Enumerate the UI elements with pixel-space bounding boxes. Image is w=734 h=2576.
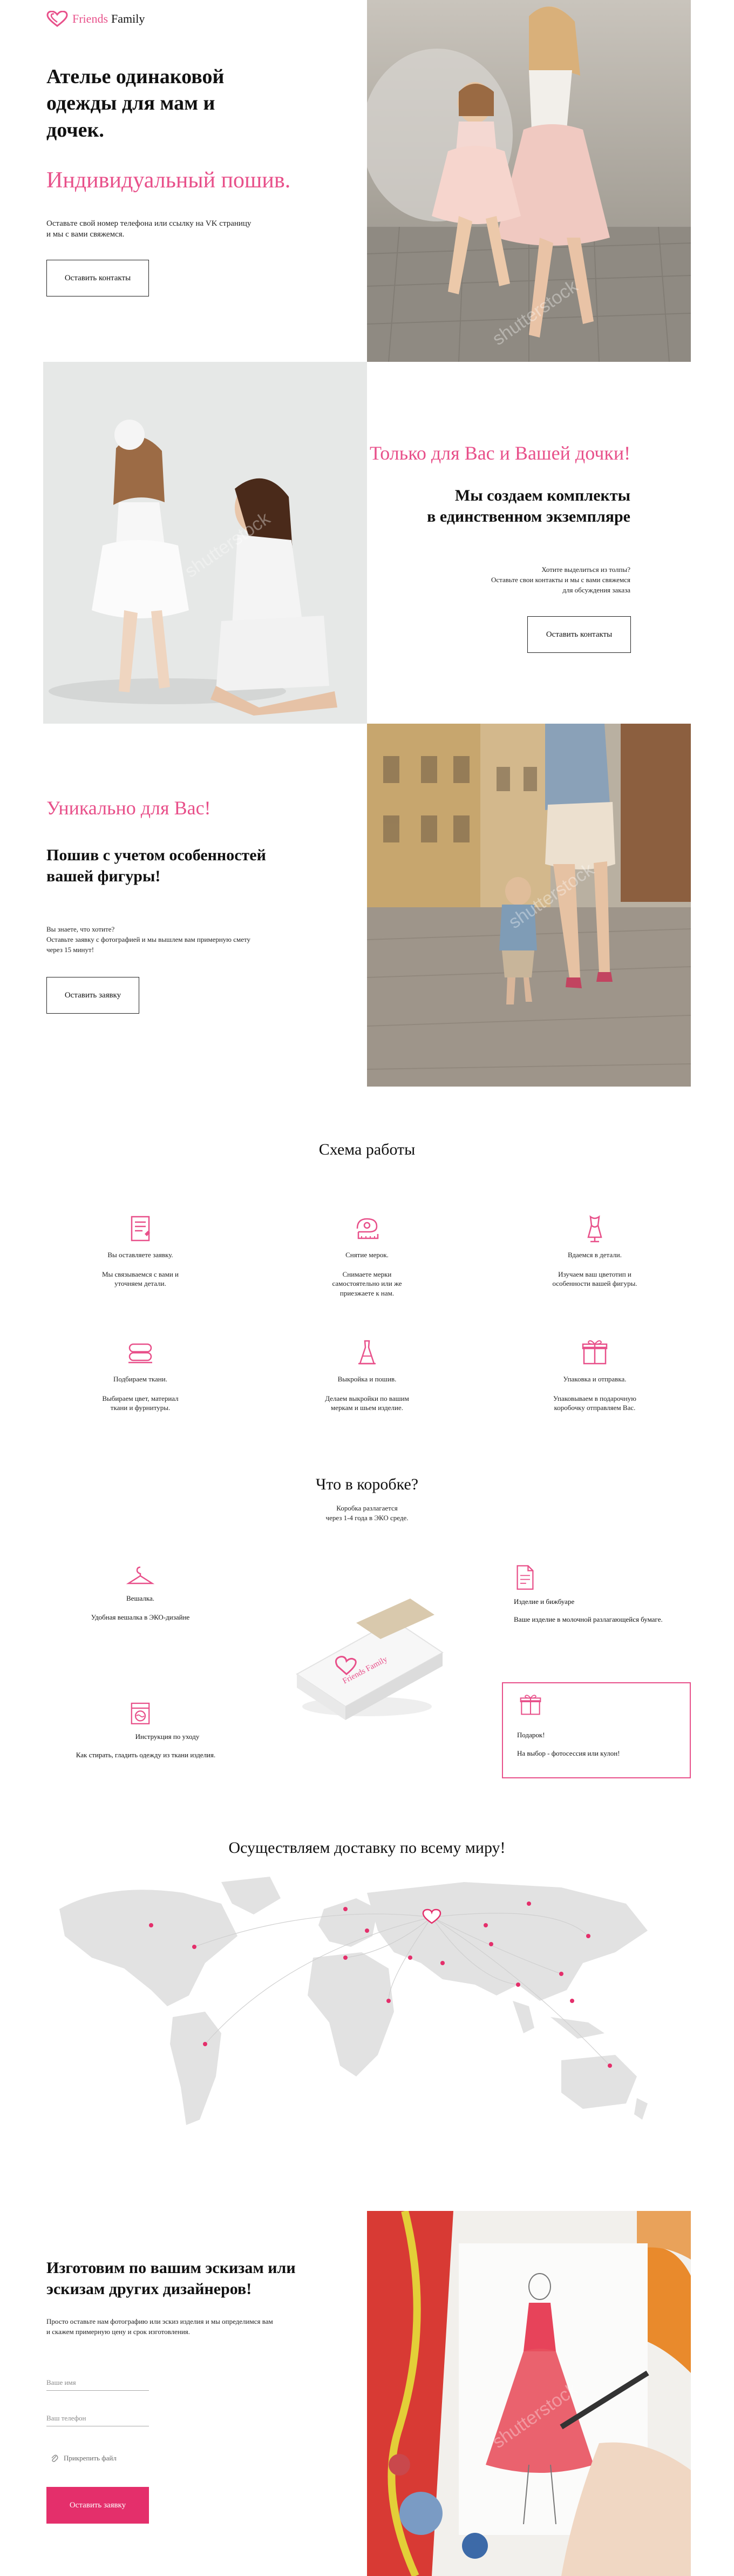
section2-accent: Только для Вас и Вашей дочки! bbox=[370, 442, 631, 464]
scheme-step-title: Снятие мерок. bbox=[345, 1251, 389, 1259]
section2-title-line2: в единственном экземпляре bbox=[427, 508, 630, 525]
attach-file-link[interactable]: Прикрепить файл bbox=[51, 2454, 117, 2463]
name-field[interactable]: Ваше имя bbox=[46, 2378, 149, 2391]
sketch-title: Изготовим по вашим эскизам или эскизам д… bbox=[46, 2259, 296, 2298]
gift-box-icon bbox=[582, 1340, 608, 1365]
scheme-step-text: Снимаете мерки самостоятельно или же при… bbox=[332, 1270, 402, 1297]
section3-accent: Уникально для Вас! bbox=[46, 797, 211, 819]
mother-daughter-photo: shutterstock bbox=[43, 362, 367, 724]
scheme-step: Подбираем ткани. Выбираем цвет, материал… bbox=[59, 1337, 221, 1413]
hero-contact-button[interactable]: Оставить контакты bbox=[46, 260, 149, 296]
section3-request-button[interactable]: Оставить заявку bbox=[46, 977, 139, 1014]
hanger-icon bbox=[126, 1566, 155, 1584]
section3-text-line1: Вы знаете, что хотите? bbox=[46, 925, 115, 933]
scheme-step-title: Упаковка и отправка. bbox=[563, 1375, 627, 1383]
brand-friends: Friends bbox=[72, 12, 108, 25]
box-subtitle-line1: Коробка разлагается bbox=[336, 1504, 398, 1512]
delivery-title: Осуществляем доставку по всему миру! bbox=[228, 1839, 506, 1857]
phone-field[interactable]: Ваш телефон bbox=[46, 2414, 149, 2426]
box-item bbox=[59, 1561, 221, 1596]
heart-logo-icon bbox=[46, 11, 68, 27]
section2-contact-button[interactable]: Оставить контакты bbox=[527, 616, 631, 653]
scheme-step: Вы оставляете заявку. Мы связываемся с в… bbox=[59, 1212, 221, 1289]
box-product-image: Friends Family bbox=[286, 1599, 448, 1734]
box-item-title: Вешалка. bbox=[126, 1594, 154, 1602]
brand-family: Family bbox=[111, 12, 145, 25]
dress-icon bbox=[358, 1340, 376, 1365]
attach-file-label: Прикрепить файл bbox=[64, 2454, 117, 2462]
box-item bbox=[59, 1698, 221, 1730]
section3-text: Вы знаете, что хотите? Оставьте заявку с… bbox=[46, 925, 252, 955]
section2-title: Мы создаем комплекты в единственном экзе… bbox=[427, 485, 630, 527]
section2-text-line3: для обсуждения заказа bbox=[562, 585, 630, 594]
hero-subtitle: Индивидуальный пошив. bbox=[46, 168, 291, 193]
form-icon bbox=[131, 1216, 150, 1242]
scheme-step-title: Подбираем ткани. bbox=[113, 1375, 167, 1383]
scheme-step-text: Делаем выкройки по вашим меркам и шьем и… bbox=[325, 1394, 409, 1412]
scheme-step-title: Вдаемся в детали. bbox=[568, 1251, 622, 1259]
sketch-submit-button[interactable]: Оставить заявку bbox=[46, 2487, 149, 2524]
hero-text: Оставьте свой номер телефона или ссылку … bbox=[46, 219, 252, 239]
section2-title-line1: Мы создаем комплекты bbox=[454, 487, 630, 504]
sketch-text: Просто оставьте нам фотографию или эскиз… bbox=[46, 2317, 273, 2336]
scheme-step: Выкройка и пошив. Делаем выкройки по ваш… bbox=[286, 1337, 448, 1413]
gift-icon bbox=[520, 1695, 541, 1715]
scheme-step-title: Выкройка и пошив. bbox=[337, 1375, 397, 1383]
box-item-text: Как стирать, гладить одежду из ткани изд… bbox=[76, 1751, 216, 1759]
box-title: Что в коробке? bbox=[315, 1475, 419, 1493]
street-photo: shutterstock bbox=[367, 724, 691, 1087]
box-item-text: Удобная вешалка в ЭКО-дизайне bbox=[91, 1613, 190, 1621]
scheme-step-text: Изучаем ваш цветотип и особенности вашей… bbox=[552, 1270, 637, 1288]
measuring-tape-icon bbox=[356, 1218, 379, 1239]
scheme-step-title: Вы оставляете заявку. bbox=[107, 1251, 173, 1259]
scheme-step: Снятие мерок. Снимаете мерки самостоятел… bbox=[286, 1212, 448, 1298]
scheme-step: Упаковка и отправка. Упаковываем в подар… bbox=[514, 1337, 676, 1413]
box-subtitle: Коробка разлагается через 1-4 года в ЭКО… bbox=[0, 1503, 734, 1523]
hero-title: Ателье одинаковой одежды для мам и дочек… bbox=[46, 65, 225, 141]
hero-photo: shutterstock bbox=[367, 0, 691, 362]
box-item-text: На выбор - фотосессия или кулон! bbox=[517, 1749, 620, 1757]
box-item bbox=[511, 1563, 540, 1595]
world-map bbox=[43, 1871, 691, 2152]
box-subtitle-line2: через 1-4 года в ЭКО среде. bbox=[325, 1514, 409, 1522]
section2-text: Хотите выделиться из толпы? Оставьте сво… bbox=[491, 565, 630, 596]
section3-text-line2: Оставьте заявку с фотографией и мы вышле… bbox=[46, 935, 251, 954]
fabric-roll-icon bbox=[128, 1343, 152, 1364]
document-icon bbox=[516, 1565, 534, 1590]
scheme-step-text: Выбираем цвет, материал ткани и фурнитур… bbox=[102, 1394, 179, 1412]
box-item-title: Изделие и бижбуаре bbox=[514, 1597, 575, 1606]
scheme-step-text: Мы связываемся с вами и уточняем детали. bbox=[101, 1270, 179, 1288]
scheme-step: Вдаемся в детали. Изучаем ваш цветотип и… bbox=[514, 1212, 676, 1289]
brand-logo[interactable]: Friends Family bbox=[46, 11, 145, 27]
mannequin-icon bbox=[587, 1215, 602, 1243]
section2-text-line2: Оставьте свои контакты и мы с вами свяже… bbox=[491, 575, 630, 584]
fashion-sketch-photo: shutterstock bbox=[367, 2211, 691, 2576]
gift-card: Подарок! На выбор - фотосессия или кулон… bbox=[502, 1682, 691, 1778]
washing-icon bbox=[131, 1702, 150, 1724]
box-item-title: Подарок! bbox=[517, 1731, 545, 1739]
box-item-title: Инструкция по уходу bbox=[135, 1732, 200, 1741]
scheme-step-text: Упаковываем в подарочную коробочку отпра… bbox=[553, 1394, 637, 1412]
section2-text-line1: Хотите выделиться из толпы? bbox=[541, 565, 630, 574]
box-item-text: Ваше изделие в молочной разлагающейся бу… bbox=[514, 1615, 663, 1623]
scheme-title: Схема работы bbox=[318, 1141, 416, 1158]
paperclip-icon bbox=[51, 2454, 58, 2462]
section3-title: Пошив с учетом особенностей вашей фигуры… bbox=[46, 846, 266, 885]
